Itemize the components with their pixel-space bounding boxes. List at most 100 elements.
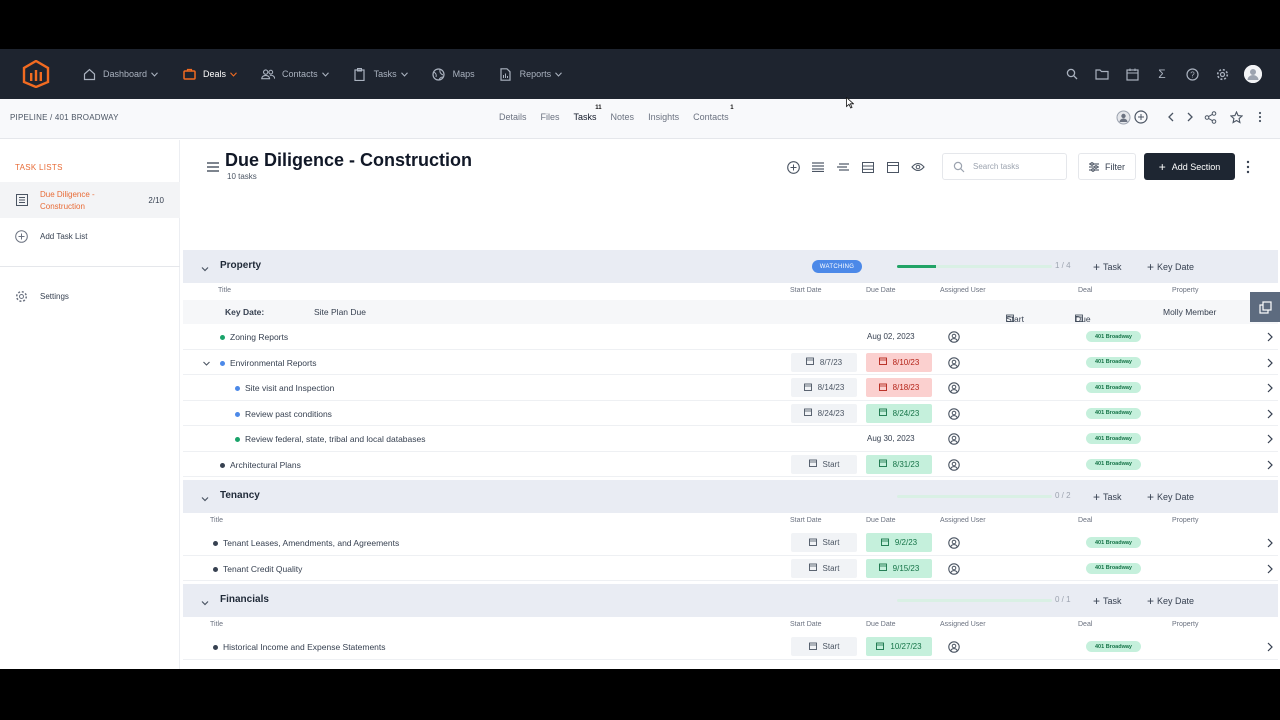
table-row[interactable]: Environmental Reports 8/7/23 8/10/23 401 Br…: [183, 350, 1278, 375]
tab-contacts[interactable]: Contacts 1: [693, 105, 734, 122]
deal-badge[interactable]: 401 Broadway: [1086, 407, 1141, 419]
task-title[interactable]: Review federal, state, tribal and local …: [245, 434, 426, 444]
add-user-icon[interactable]: [1133, 109, 1149, 125]
task-title[interactable]: Environmental Reports: [230, 358, 316, 368]
add-key-date-button[interactable]: + Key Date: [1147, 260, 1194, 274]
deal-badge[interactable]: 401 Broadway: [1086, 356, 1141, 368]
assign-user-icon[interactable]: [948, 641, 960, 653]
start-date[interactable]: Start: [791, 558, 857, 578]
assign-user-icon[interactable]: [948, 433, 960, 445]
calendar-view-icon[interactable]: [886, 160, 900, 174]
due-date[interactable]: 9/15/23: [866, 558, 932, 578]
chevron-right-icon[interactable]: [1266, 409, 1274, 419]
task-title[interactable]: Review past conditions: [245, 409, 332, 419]
chevron-right-icon[interactable]: [1266, 358, 1274, 368]
due-date[interactable]: 8/10/23: [866, 352, 932, 372]
deal-badge[interactable]: 401 Broadway: [1086, 458, 1141, 470]
table-row[interactable]: Zoning Reports Aug 02, 2023 401 Broadway: [183, 324, 1278, 350]
deal-badge[interactable]: 401 Broadway: [1086, 433, 1141, 444]
deal-badge[interactable]: 401 Broadway: [1086, 537, 1141, 548]
add-task-button[interactable]: + Task: [1093, 594, 1122, 608]
tab-notes[interactable]: Notes: [611, 112, 635, 122]
tab-insights[interactable]: Insights: [648, 112, 679, 122]
tab-details[interactable]: Details: [499, 112, 527, 122]
table-row[interactable]: Review federal, state, tribal and local …: [183, 426, 1278, 452]
star-icon[interactable]: [1228, 109, 1244, 125]
task-title[interactable]: Tenant Leases, Amendments, and Agreement…: [223, 538, 399, 548]
task-title[interactable]: Site visit and Inspection: [245, 383, 334, 393]
add-task-button[interactable]: + Task: [1093, 490, 1122, 504]
compact-view-icon[interactable]: [836, 160, 850, 174]
settings-button[interactable]: Settings: [15, 290, 69, 303]
share-icon[interactable]: [1202, 109, 1218, 125]
due-date[interactable]: 9/2/23: [866, 533, 932, 552]
chevron-right-icon[interactable]: [1266, 460, 1274, 470]
due-date[interactable]: 8/31/23: [866, 454, 932, 474]
more-vertical-icon[interactable]: [1252, 109, 1268, 125]
start-date[interactable]: 8/24/23: [791, 403, 857, 423]
folder-icon[interactable]: [1094, 66, 1110, 82]
start-date[interactable]: 8/14/23: [791, 378, 857, 397]
menu-icon[interactable]: [207, 162, 219, 172]
task-title[interactable]: Tenant Credit Quality: [223, 564, 302, 574]
deal-badge[interactable]: 401 Broadway: [1086, 641, 1141, 652]
chevron-down-icon[interactable]: [200, 261, 210, 272]
due-date[interactable]: Aug 02, 2023: [866, 327, 932, 346]
table-row[interactable]: Historical Income and Expense Statements…: [183, 634, 1278, 660]
search-icon[interactable]: [1064, 66, 1080, 82]
table-view-icon[interactable]: [861, 160, 875, 174]
start-date[interactable]: 8/7/23: [791, 352, 857, 372]
chevron-left-icon[interactable]: [1163, 109, 1179, 125]
calendar-icon[interactable]: [1124, 66, 1140, 82]
chevron-down-icon[interactable]: [200, 595, 210, 606]
assign-user-icon[interactable]: [948, 537, 960, 549]
chevron-right-icon[interactable]: [1266, 383, 1274, 393]
assign-user-icon[interactable]: [948, 407, 960, 420]
sidebar-item-due-diligence[interactable]: Due Diligence - Construction 2/10: [0, 182, 180, 218]
due-date[interactable]: 10/27/23: [866, 637, 932, 656]
help-icon[interactable]: ?: [1184, 66, 1200, 82]
breadcrumb[interactable]: PIPELINE / 401 BROADWAY: [10, 113, 119, 122]
table-row[interactable]: Site visit and Inspection 8/14/23 8/18/23 4…: [183, 375, 1278, 401]
watching-badge[interactable]: WATCHING: [812, 260, 862, 273]
search-input[interactable]: [973, 162, 1063, 171]
start-date[interactable]: Start: [791, 637, 857, 656]
more-vertical-icon[interactable]: [1244, 159, 1252, 175]
nav-item-contacts[interactable]: Contacts: [261, 67, 329, 81]
task-title[interactable]: Architectural Plans: [230, 460, 301, 470]
assign-user-icon[interactable]: [948, 331, 960, 343]
due-date[interactable]: 8/24/23: [866, 403, 932, 423]
chevron-right-icon[interactable]: [1266, 332, 1274, 342]
chevron-right-icon[interactable]: [1266, 434, 1274, 444]
add-circle-icon[interactable]: [786, 160, 800, 174]
deal-badge[interactable]: 401 Broadway: [1086, 331, 1141, 342]
task-title[interactable]: Zoning Reports: [230, 332, 288, 342]
deal-badge[interactable]: 401 Broadway: [1086, 562, 1141, 574]
list-view-icon[interactable]: [811, 160, 825, 174]
add-key-date-button[interactable]: + Key Date: [1147, 594, 1194, 608]
add-task-button[interactable]: + Task: [1093, 260, 1122, 274]
chevron-right-icon[interactable]: [1266, 642, 1274, 652]
nav-item-dashboard[interactable]: Dashboard: [82, 67, 158, 81]
deal-badge[interactable]: 401 Broadway: [1086, 382, 1141, 393]
nav-item-tasks[interactable]: Tasks: [353, 67, 408, 81]
chevron-right-icon[interactable]: [1266, 564, 1274, 574]
user-avatar-icon[interactable]: [1115, 109, 1131, 125]
table-row[interactable]: Architectural Plans Start 8/31/23 401 Broad…: [183, 452, 1278, 477]
chevron-right-icon[interactable]: [1182, 109, 1198, 125]
start-date[interactable]: Start: [791, 454, 857, 474]
table-row[interactable]: Tenant Credit Quality Start 9/15/23 401 Bro…: [183, 556, 1278, 581]
filter-button[interactable]: Filter: [1078, 153, 1136, 180]
chevron-down-icon[interactable]: [202, 359, 211, 368]
nav-item-deals[interactable]: Deals: [182, 67, 237, 81]
brand-logo-icon[interactable]: [22, 60, 50, 88]
assign-user-icon[interactable]: [948, 562, 960, 575]
task-title[interactable]: Historical Income and Expense Statements: [223, 642, 386, 652]
eye-icon[interactable]: [911, 160, 925, 174]
key-date-row[interactable]: Key Date: Site Plan Due Start Due Molly Memb…: [183, 300, 1278, 324]
chevron-right-icon[interactable]: [1266, 538, 1274, 548]
table-row[interactable]: Review past conditions 8/24/23 8/24/23 401 …: [183, 401, 1278, 426]
nav-item-maps[interactable]: Maps: [432, 67, 475, 81]
nav-item-reports[interactable]: Reports: [499, 67, 563, 81]
gear-icon[interactable]: [1214, 66, 1230, 82]
